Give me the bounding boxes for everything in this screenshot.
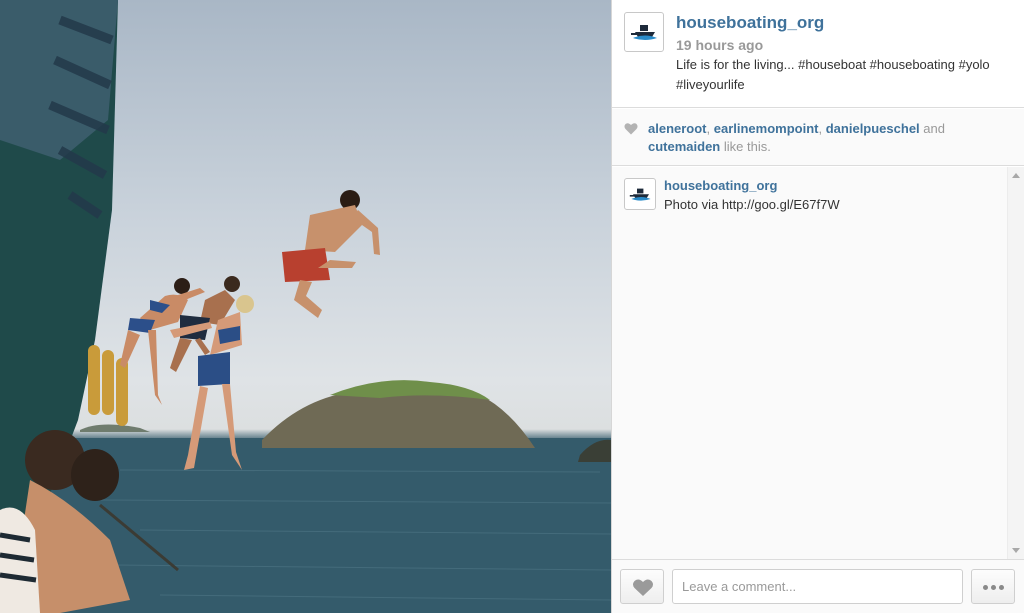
houseboat-logo-icon[interactable] xyxy=(624,178,656,210)
liker-link[interactable]: cutemaiden xyxy=(648,139,720,154)
likes-summary: aleneroot, earlinemompoint, danielpuesch… xyxy=(612,109,1024,166)
post-username-link[interactable]: houseboating_org xyxy=(676,13,824,33)
comment-input[interactable] xyxy=(672,569,963,604)
likes-suffix: like this. xyxy=(723,139,771,154)
heart-icon xyxy=(624,123,638,135)
photo-scene xyxy=(0,0,611,613)
comment-username-link[interactable]: houseboating_org xyxy=(664,178,777,193)
distant-island xyxy=(80,424,150,432)
post-timestamp: 19 hours ago xyxy=(676,37,764,53)
liker-link[interactable]: earlinemompoint xyxy=(714,121,819,136)
more-options-button[interactable] xyxy=(971,569,1015,604)
post-photo[interactable] xyxy=(0,0,611,613)
post-caption: Life is for the living... #houseboat #ho… xyxy=(676,57,990,92)
heart-icon xyxy=(633,579,653,596)
post-header: houseboating_org 19 hours ago Life is fo… xyxy=(612,0,1024,108)
scroll-up-arrow-icon[interactable] xyxy=(1012,173,1020,178)
comment-item: houseboating_org Photo via http://goo.gl… xyxy=(624,177,1004,212)
comment-text: Photo via http://goo.gl/E67f7W xyxy=(664,197,840,212)
post-actions-bar xyxy=(612,559,1024,613)
likes-and-text: and xyxy=(923,121,945,136)
jumper-1 xyxy=(120,278,205,405)
more-dots-icon xyxy=(983,585,988,590)
more-dots-icon xyxy=(999,585,1004,590)
likes-separator: , xyxy=(706,121,714,136)
likes-separator: , xyxy=(818,121,826,136)
houseboat-logo-icon[interactable] xyxy=(624,12,664,52)
liker-link[interactable]: danielpueschel xyxy=(826,121,920,136)
comments-list[interactable]: houseboating_org Photo via http://goo.gl… xyxy=(612,167,1024,559)
comments-scrollbar[interactable] xyxy=(1007,167,1024,559)
scroll-down-arrow-icon[interactable] xyxy=(1012,548,1020,553)
post-details-panel: houseboating_org 19 hours ago Life is fo… xyxy=(611,0,1024,613)
liker-link[interactable]: aleneroot xyxy=(648,121,707,136)
more-dots-icon xyxy=(991,585,996,590)
jumper-4 xyxy=(282,190,380,318)
like-button[interactable] xyxy=(620,569,664,604)
